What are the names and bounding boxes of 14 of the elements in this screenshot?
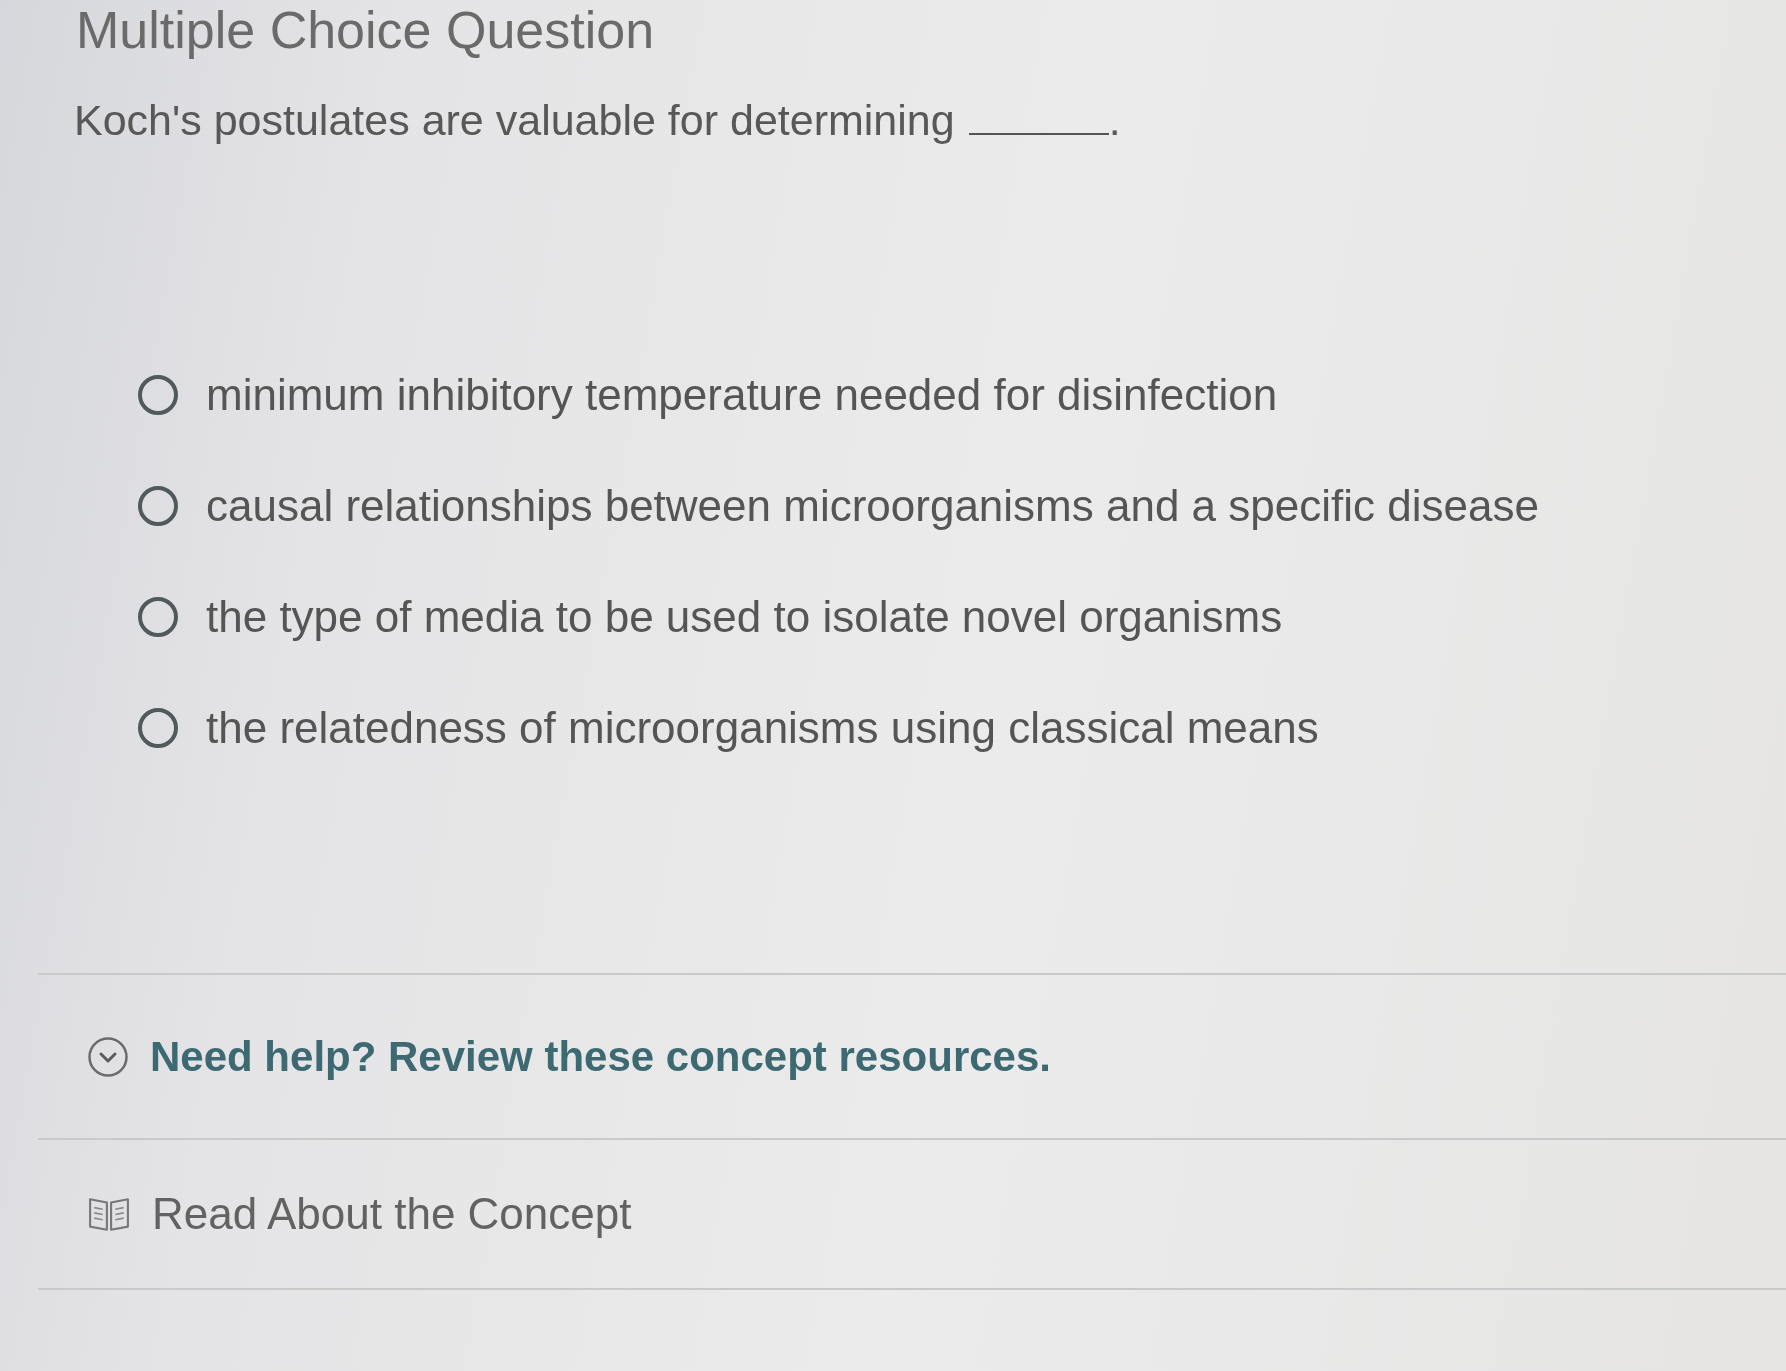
help-toggle[interactable]: Need help? Review these concept resources. <box>88 1032 1051 1081</box>
radio-button[interactable] <box>138 375 178 415</box>
answer-option-text: causal relationships between microorganisms and a specific disease <box>206 481 1539 531</box>
radio-button[interactable] <box>138 486 178 526</box>
book-icon <box>88 1196 130 1232</box>
answer-option-text: the relatedness of microorganisms using classical means <box>206 703 1319 753</box>
answer-option-text: the type of media to be used to isolate novel organisms <box>206 592 1283 642</box>
question-type-title: Multiple Choice Question <box>76 0 655 60</box>
question-text: Koch's postulates are valuable for determining <box>74 95 955 145</box>
concept-link[interactable]: Read About the Concept <box>88 1189 632 1239</box>
punctuation-text: . <box>1108 95 1121 145</box>
radio-button[interactable] <box>138 597 178 637</box>
radio-button[interactable] <box>138 708 178 748</box>
answer-option-text: minimum inhibitory temperature needed for disinfection <box>206 370 1278 420</box>
